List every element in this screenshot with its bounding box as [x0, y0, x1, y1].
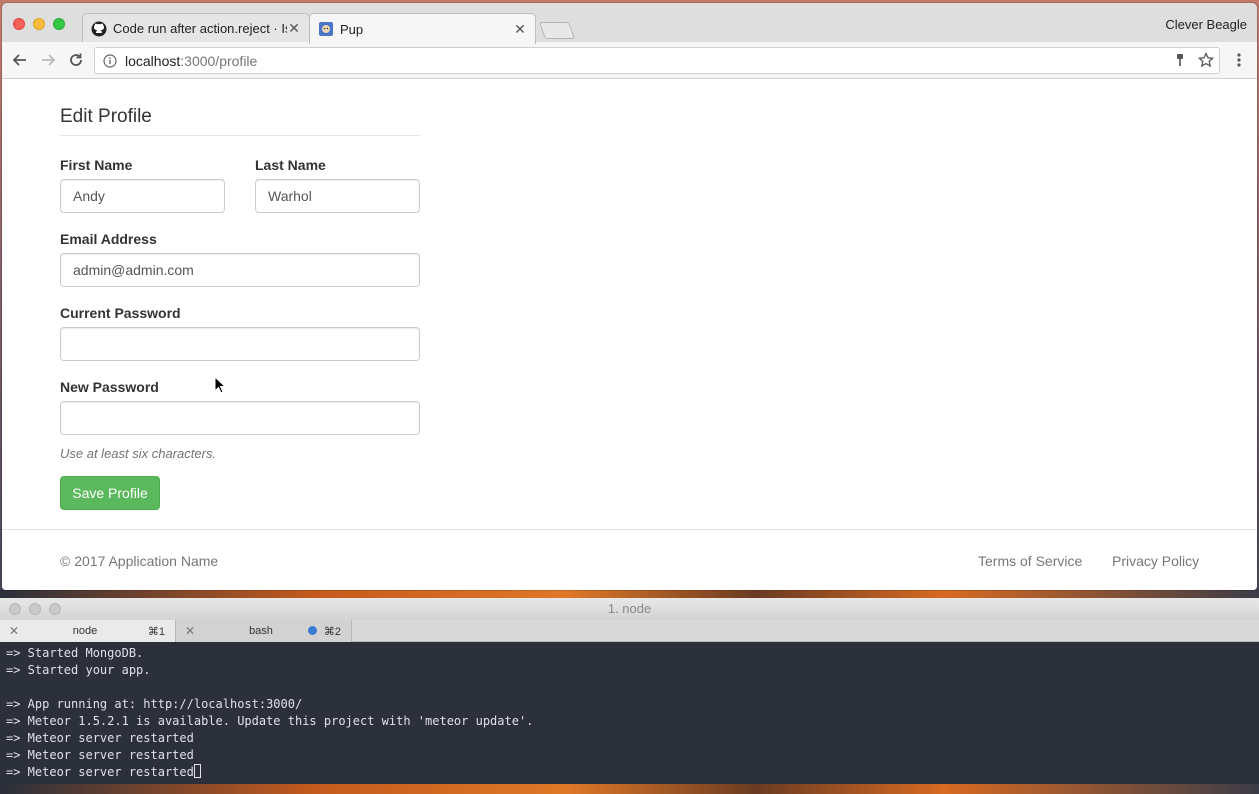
- address-bar[interactable]: localhost:3000/profile: [94, 47, 1220, 74]
- url-path: :3000/profile: [180, 52, 258, 69]
- terminal-tab-bar: ✕ node ⌘1 ✕ bash ⌘2: [0, 620, 1259, 642]
- browser-window: Code run after action.reject · Is ✕ Pup …: [2, 3, 1257, 590]
- email-input[interactable]: admin@admin.com: [60, 253, 420, 287]
- terminal-line: => Meteor server restarted: [6, 731, 194, 745]
- bookmark-star-icon[interactable]: [1196, 50, 1216, 70]
- terminal-line: => Meteor server restarted: [6, 765, 194, 779]
- desktop-wallpaper: [0, 590, 1259, 598]
- copyright-text: © 2017 Application Name: [60, 553, 219, 569]
- tab-title: Pup: [340, 21, 364, 37]
- forward-arrow-icon[interactable]: [38, 50, 58, 70]
- menu-kebab-icon[interactable]: [1229, 50, 1249, 70]
- tab-title: Code run after action.reject · Is: [113, 21, 287, 36]
- key-icon[interactable]: [1170, 50, 1190, 70]
- tab-pup[interactable]: Pup ✕: [309, 13, 536, 44]
- first-name-input[interactable]: Andy: [60, 179, 225, 213]
- terminal-title: 1. node: [607, 601, 652, 616]
- privacy-policy-link[interactable]: Privacy Policy: [1112, 553, 1199, 569]
- close-tab-icon[interactable]: ✕: [287, 20, 301, 37]
- terminal-titlebar: 1. node: [0, 598, 1259, 620]
- browser-toolbar: localhost:3000/profile: [2, 42, 1257, 79]
- new-tab-button[interactable]: [538, 22, 576, 39]
- terminal-maximize-button[interactable]: [49, 603, 61, 615]
- terminal-window: 1. node ✕ node ⌘1 ✕ bash ⌘2 => Started M…: [0, 598, 1259, 784]
- terminal-line: => App running at: http://localhost:3000…: [6, 697, 303, 711]
- email-label: Email Address: [60, 231, 157, 247]
- terminal-tab-shortcut: ⌘2: [323, 625, 341, 638]
- browser-profile-name[interactable]: Clever Beagle: [1165, 17, 1247, 32]
- terminal-output[interactable]: => Started MongoDB. => Started your app. …: [6, 645, 1253, 781]
- last-name-label: Last Name: [255, 157, 326, 173]
- terminal-cursor: [193, 764, 201, 778]
- first-name-label: First Name: [60, 157, 133, 173]
- activity-dot-icon: [308, 626, 317, 635]
- info-icon[interactable]: [103, 53, 117, 68]
- mouse-pointer-icon: [214, 375, 227, 399]
- password-help-text: Use at least six characters.: [60, 446, 217, 461]
- page-footer: © 2017 Application Name Terms of Service…: [2, 529, 1257, 590]
- terms-of-service-link[interactable]: Terms of Service: [978, 553, 1082, 569]
- terminal-tab-shortcut: ⌘1: [147, 625, 165, 638]
- last-name-input[interactable]: Warhol: [255, 179, 420, 213]
- tab-strip: Code run after action.reject · Is ✕ Pup …: [2, 3, 1257, 44]
- current-password-label: Current Password: [60, 305, 181, 321]
- reload-icon[interactable]: [66, 50, 86, 70]
- new-password-input[interactable]: [60, 401, 420, 435]
- terminal-line: => Meteor 1.5.2.1 is available. Update t…: [6, 714, 534, 728]
- page-title: Edit Profile: [60, 106, 420, 136]
- terminal-tab-name: bash: [249, 625, 273, 637]
- tab-github[interactable]: Code run after action.reject · Is ✕: [82, 13, 310, 43]
- save-profile-button[interactable]: Save Profile: [60, 476, 160, 510]
- url-host: localhost: [125, 52, 181, 69]
- terminal-tab-bash[interactable]: ✕ bash ⌘2: [176, 620, 352, 642]
- terminal-line: => Started your app.: [6, 663, 151, 677]
- terminal-minimize-button[interactable]: [29, 603, 41, 615]
- github-icon: [91, 21, 107, 37]
- new-password-label: New Password: [60, 379, 159, 395]
- back-arrow-icon[interactable]: [10, 50, 30, 70]
- current-password-input[interactable]: [60, 327, 420, 361]
- terminal-line: => Started MongoDB.: [6, 646, 144, 660]
- page-content: Edit Profile First Name Andy Last Name W…: [2, 80, 1257, 590]
- close-tab-icon[interactable]: ✕: [513, 21, 527, 38]
- minimize-window-button[interactable]: [33, 18, 45, 30]
- close-window-button[interactable]: [13, 18, 25, 30]
- terminal-close-button[interactable]: [9, 603, 21, 615]
- terminal-tab-node[interactable]: ✕ node ⌘1: [0, 620, 176, 642]
- terminal-tab-name: node: [72, 625, 98, 637]
- pup-favicon-icon: [318, 21, 334, 37]
- terminal-line: => Meteor server restarted: [6, 748, 194, 762]
- desktop-wallpaper-bottom: [0, 784, 1259, 794]
- maximize-window-button[interactable]: [53, 18, 65, 30]
